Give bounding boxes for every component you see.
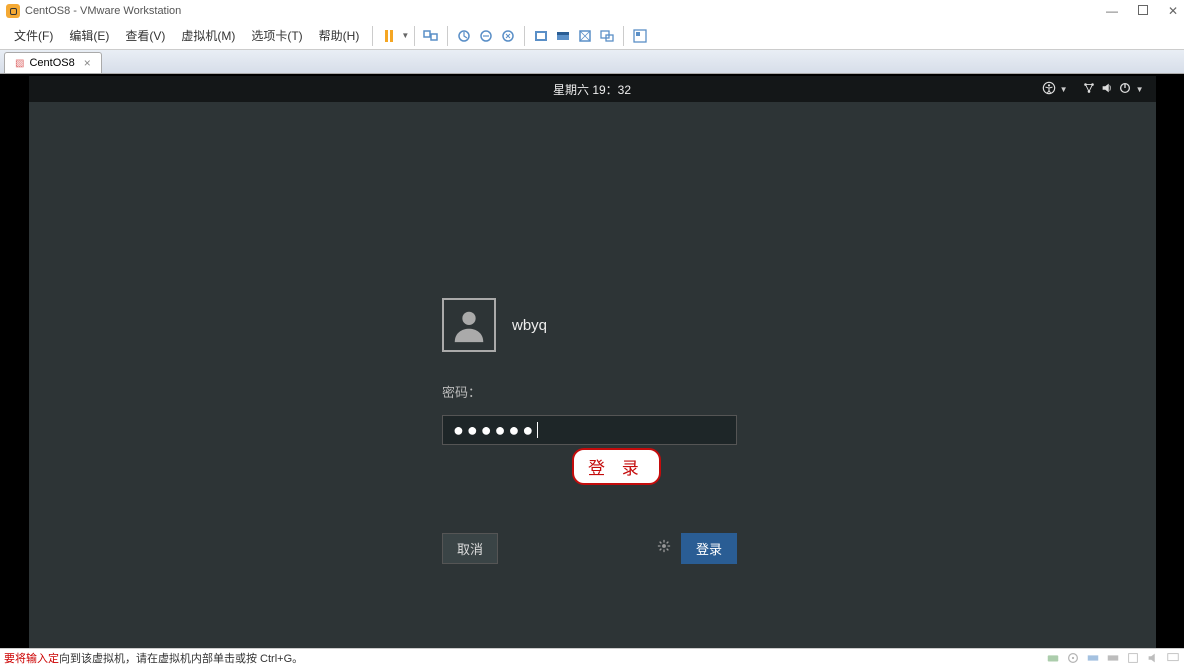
menubar: 文件(F) 编辑(E) 查看(V) 虚拟机(M) 选项卡(T) 帮助(H) ▼	[0, 22, 1184, 50]
menu-edit[interactable]: 编辑(E)	[61, 23, 117, 48]
device-tray	[1046, 651, 1180, 665]
status-bar: 要将输入定向到该虚拟机，请在虚拟机内部单击或按 Ctrl+G。	[0, 648, 1184, 666]
password-label: 密码：	[442, 382, 742, 401]
gnome-top-bar: 星期六 19：32 ▼ ▼	[29, 76, 1156, 102]
pause-button[interactable]	[378, 25, 400, 47]
menu-tabs[interactable]: 选项卡(T)	[243, 23, 310, 48]
fullscreen-button[interactable]	[530, 25, 552, 47]
window-titlebar: CentOS8 - VMware Workstation — ✕	[0, 0, 1184, 22]
display-icon[interactable]	[1166, 651, 1180, 665]
usb-icon[interactable]	[1106, 651, 1120, 665]
divider	[414, 26, 415, 46]
divider	[623, 26, 624, 46]
menu-view[interactable]: 查看(V)	[117, 23, 173, 48]
volume-icon	[1100, 81, 1114, 98]
revert-snapshot-button[interactable]	[497, 25, 519, 47]
library-button[interactable]	[629, 25, 651, 47]
divider	[372, 26, 373, 46]
power-icon	[1118, 81, 1132, 98]
tab-centos8[interactable]: ▧ CentOS8 ×	[4, 52, 102, 73]
window-maximize-button[interactable]	[1138, 4, 1148, 18]
send-ctrl-alt-del-button[interactable]	[420, 25, 442, 47]
network-icon	[1082, 81, 1096, 98]
tab-label: CentOS8	[29, 57, 74, 69]
window-close-button[interactable]: ✕	[1168, 4, 1178, 18]
guest-screen: 星期六 19：32 ▼ ▼ wbyq	[29, 76, 1156, 648]
cancel-button[interactable]: 取消	[442, 533, 498, 564]
menu-file[interactable]: 文件(F)	[6, 23, 61, 48]
window-minimize-button[interactable]: —	[1106, 4, 1118, 18]
fit-guest-button[interactable]	[596, 25, 618, 47]
status-message: 要将输入定向到该虚拟机，请在虚拟机内部单击或按 Ctrl+G。	[4, 650, 303, 666]
session-options-button[interactable]	[657, 539, 671, 558]
system-menu[interactable]: ▼	[1082, 81, 1144, 98]
vm-viewport[interactable]: 星期六 19：32 ▼ ▼ wbyq	[0, 74, 1184, 648]
network-adapter-icon[interactable]	[1086, 651, 1100, 665]
user-avatar	[442, 298, 496, 352]
gnome-clock[interactable]: 星期六 19：32	[553, 81, 631, 98]
password-masked: ●●●●●●	[453, 420, 536, 441]
stretch-button[interactable]	[574, 25, 596, 47]
menu-help[interactable]: 帮助(H)	[311, 23, 368, 48]
divider	[447, 26, 448, 46]
cd-icon[interactable]	[1066, 651, 1080, 665]
login-panel: wbyq 密码： ●●●●●● 登 录 取消 登录	[442, 298, 742, 564]
printer-icon[interactable]	[1126, 651, 1140, 665]
divider	[524, 26, 525, 46]
tab-close-button[interactable]: ×	[84, 56, 91, 70]
snapshot-manager-button[interactable]	[475, 25, 497, 47]
snapshot-button[interactable]	[453, 25, 475, 47]
username-label: wbyq	[512, 317, 547, 334]
unity-button[interactable]	[552, 25, 574, 47]
login-callout-annotation: 登 录	[572, 448, 661, 485]
password-input[interactable]: ●●●●●●	[442, 415, 737, 445]
sound-icon[interactable]	[1146, 651, 1160, 665]
menu-vm[interactable]: 虚拟机(M)	[173, 23, 243, 48]
app-icon	[6, 4, 20, 18]
tab-bar: ▧ CentOS8 ×	[0, 50, 1184, 74]
tab-vm-icon: ▧	[15, 58, 24, 69]
login-button[interactable]: 登录	[681, 533, 737, 564]
disk-icon[interactable]	[1046, 651, 1060, 665]
power-dropdown[interactable]: ▼	[401, 31, 409, 40]
window-title: CentOS8 - VMware Workstation	[25, 5, 181, 17]
accessibility-menu[interactable]: ▼	[1042, 81, 1068, 98]
